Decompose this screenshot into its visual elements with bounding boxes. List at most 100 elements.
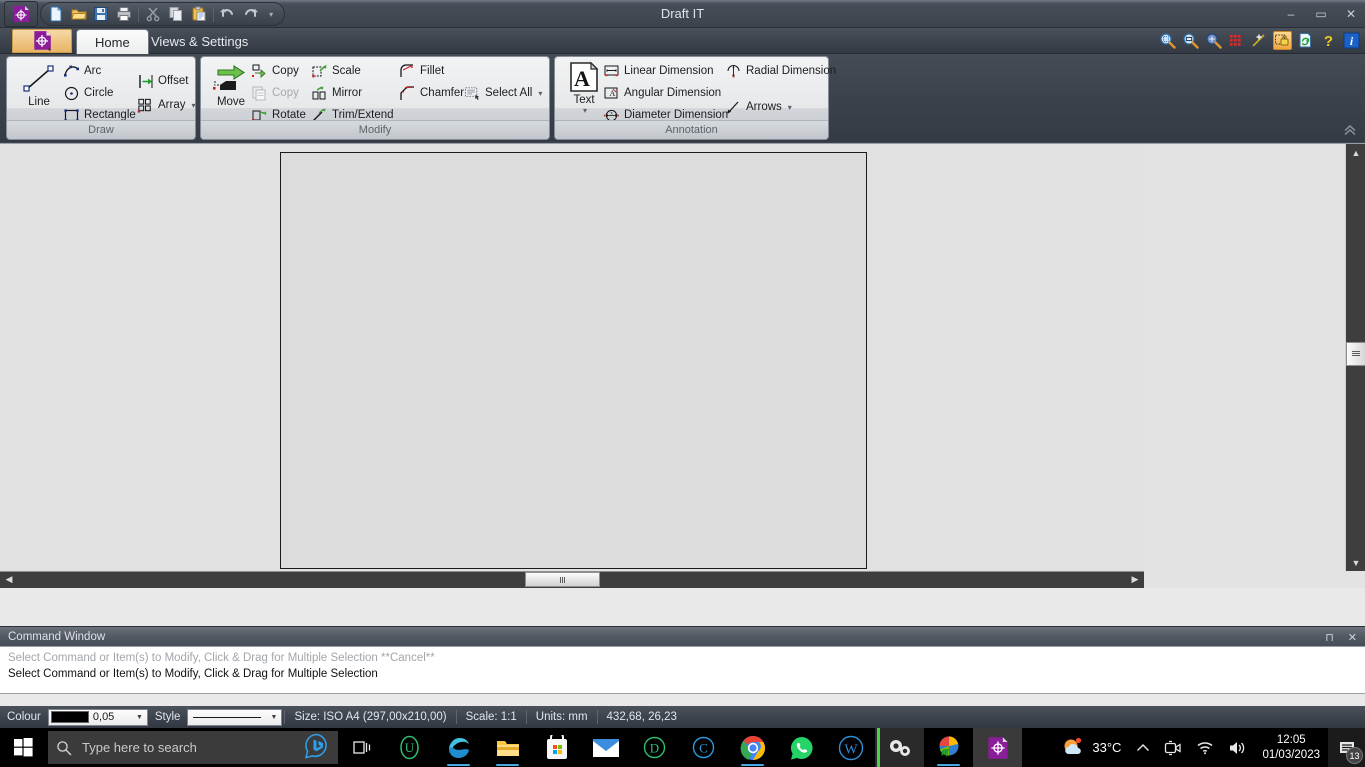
collapse-ribbon-button[interactable] <box>1343 124 1357 139</box>
grid-icon[interactable] <box>1227 31 1246 50</box>
draw-array-button[interactable]: Array ▾ <box>137 95 196 115</box>
show-hidden-icons-button[interactable] <box>1129 728 1157 767</box>
taskbar-app-start-u[interactable]: U <box>385 728 434 767</box>
help-icon[interactable]: ? <box>1319 31 1338 50</box>
arc-icon <box>63 63 80 80</box>
annotation-arrows-button[interactable]: Arrows ▾ <box>725 97 792 117</box>
taskbar-app-microsoft-store[interactable] <box>532 728 581 767</box>
chevron-up-icon <box>1137 743 1150 751</box>
taskbar-app-idm[interactable] <box>924 728 973 767</box>
drawing-canvas[interactable] <box>0 144 1144 572</box>
modify-move-button[interactable]: Move <box>205 61 257 108</box>
close-icon[interactable]: ✕ <box>1348 631 1357 644</box>
taskbar-app-chrome[interactable] <box>728 728 777 767</box>
snap-icon[interactable] <box>1250 31 1269 50</box>
taskbar-app-edge[interactable] <box>434 728 483 767</box>
weather-icon <box>1064 737 1082 754</box>
system-tray: 33°C 12:05 01/03/2023 13 <box>1054 728 1365 767</box>
camera-meet-icon[interactable] <box>1157 728 1189 767</box>
chevron-down-icon[interactable]: ▼ <box>271 714 280 721</box>
modify-copy-clipboard-label: Copy <box>272 87 299 99</box>
colour-weight-combo[interactable]: 0,05 ▼ <box>47 708 148 726</box>
angular-dimension-icon: A <box>603 85 620 102</box>
chevron-down-icon[interactable]: ▾ <box>191 101 195 110</box>
taskbar-app-gears[interactable] <box>875 728 924 767</box>
bing-chat-icon[interactable] <box>304 733 330 762</box>
array-icon <box>137 97 154 114</box>
pin-icon[interactable]: ⊓ <box>1325 631 1334 644</box>
tab-app-icon[interactable] <box>12 29 72 53</box>
modify-fillet-button[interactable]: Fillet <box>399 61 444 81</box>
annotation-angular-dimension-button[interactable]: A Angular Dimension <box>603 83 721 103</box>
status-separator <box>525 710 527 724</box>
refresh-icon[interactable] <box>1296 31 1315 50</box>
annotation-radial-dimension-button[interactable]: x Radial Dimension <box>725 61 836 81</box>
ribbon-panel-annotation: A Text ▾ Linear Dimension A Angular Dime… <box>554 56 836 140</box>
draw-circle-label: Circle <box>84 87 114 99</box>
horizontal-scrollbar[interactable]: ◀ ▶ <box>0 571 1144 588</box>
line-style-combo[interactable]: ▼ <box>187 708 283 726</box>
maximize-button[interactable]: ▭ <box>1313 0 1329 28</box>
modify-fillet-label: Fillet <box>420 65 445 77</box>
vertical-scrollbar-thumb[interactable] <box>1346 342 1365 366</box>
notifications-button[interactable]: 13 <box>1328 728 1365 767</box>
scroll-left-button[interactable]: ◀ <box>1 572 17 587</box>
scroll-right-button[interactable]: ▶ <box>1127 572 1143 587</box>
weather-widget[interactable]: 33°C <box>1054 737 1129 759</box>
minimize-button[interactable]: – <box>1283 0 1299 28</box>
info-icon[interactable]: i <box>1342 31 1361 50</box>
modify-copy-clipboard-button[interactable]: Copy <box>251 83 299 103</box>
line-weight-value: 0,05 <box>92 711 115 723</box>
task-view-icon <box>352 741 370 754</box>
modify-scale-button[interactable]: Scale <box>311 61 361 81</box>
lock-icon[interactable] <box>1273 31 1292 50</box>
taskbar-app-wordpress[interactable]: W <box>826 728 875 767</box>
scroll-up-button[interactable]: ▲ <box>1347 145 1365 161</box>
taskbar-app-draft-it[interactable] <box>973 728 1022 767</box>
task-view-button[interactable] <box>345 728 379 767</box>
modify-chamfer-button[interactable]: Chamfer <box>399 83 464 103</box>
draw-circle-button[interactable]: Circle <box>63 83 113 103</box>
annotation-linear-dimension-button[interactable]: Linear Dimension <box>603 61 714 81</box>
vertical-scrollbar[interactable]: ▲ ▼ <box>1345 144 1365 572</box>
weather-temperature: 33°C <box>1092 740 1122 755</box>
chevron-down-icon[interactable]: ▾ <box>583 106 587 115</box>
start-button[interactable] <box>0 728 47 767</box>
style-label: Style <box>154 711 181 723</box>
colour-label: Colour <box>7 711 41 723</box>
modify-copy-entity-button[interactable]: Copy <box>251 61 299 81</box>
tab-views-settings[interactable]: Views & Settings <box>133 29 266 54</box>
taskbar-clock[interactable]: 12:05 01/03/2023 <box>1254 728 1328 767</box>
taskbar-app-c[interactable]: C <box>679 728 728 767</box>
chevron-down-icon[interactable]: ▾ <box>538 89 542 98</box>
taskbar-app-mail[interactable] <box>581 728 630 767</box>
chevron-down-icon[interactable]: ▾ <box>788 103 792 112</box>
drawing-page[interactable] <box>280 152 867 569</box>
draw-offset-button[interactable]: Offset <box>137 71 188 91</box>
wifi-icon[interactable] <box>1189 728 1221 767</box>
zoom-window-icon[interactable] <box>1181 31 1200 50</box>
draw-line-button[interactable]: Line <box>13 63 65 108</box>
ribbon-panel-draw: Line Arc Circle Rectangle Offset Array ▾… <box>6 56 196 140</box>
zoom-extents-icon[interactable] <box>1158 31 1177 50</box>
taskbar-search-box[interactable]: Type here to search <box>48 731 338 764</box>
text-icon: A <box>570 61 599 92</box>
chevron-down-icon[interactable]: ▼ <box>136 714 145 721</box>
line-style-preview <box>193 716 262 718</box>
taskbar-app-whatsapp[interactable] <box>777 728 826 767</box>
zoom-previous-icon[interactable] <box>1204 31 1223 50</box>
draw-offset-label: Offset <box>158 75 189 87</box>
horizontal-scrollbar-thumb[interactable] <box>525 572 600 587</box>
volume-icon[interactable] <box>1221 728 1254 767</box>
arrows-icon <box>725 99 742 116</box>
command-window-body[interactable]: Select Command or Item(s) to Modify, Cli… <box>0 646 1365 694</box>
taskbar-app-file-explorer[interactable] <box>483 728 532 767</box>
notification-count-badge: 13 <box>1346 747 1363 764</box>
taskbar-app-d[interactable]: D <box>630 728 679 767</box>
scroll-down-button[interactable]: ▼ <box>1347 555 1365 571</box>
command-current-line: Select Command or Item(s) to Modify, Cli… <box>8 668 378 680</box>
modify-select-all-button[interactable]: Select All ▾ <box>464 83 542 103</box>
modify-mirror-button[interactable]: Mirror <box>311 83 362 103</box>
close-button[interactable]: ✕ <box>1343 0 1359 28</box>
draw-arc-button[interactable]: Arc <box>63 61 101 81</box>
